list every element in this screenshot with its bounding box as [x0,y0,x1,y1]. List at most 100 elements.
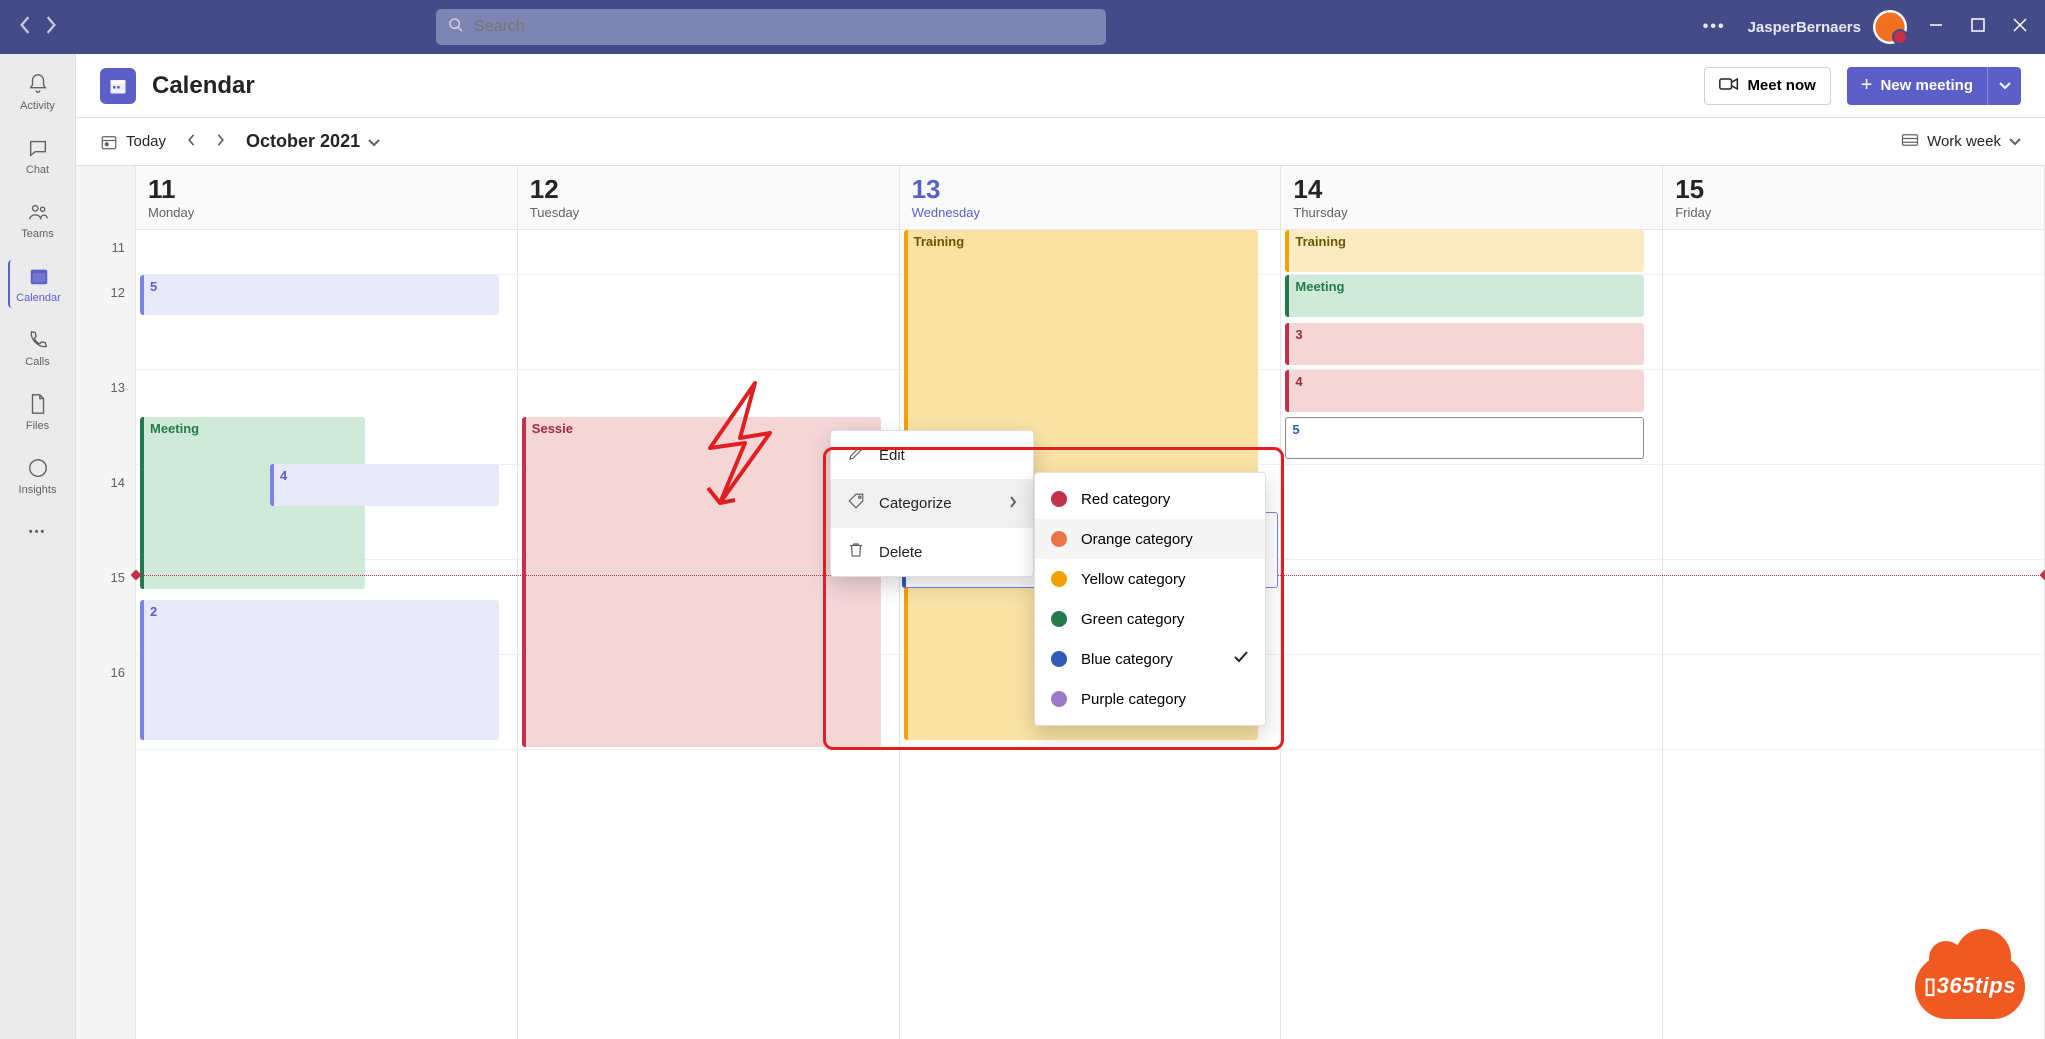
trash-icon [847,541,865,563]
avatar[interactable] [1873,10,1907,44]
chevron-down-icon [1999,77,2011,94]
page-header: Calendar Meet now + New meeting [76,54,2045,118]
chat-icon [26,136,50,160]
pencil-icon [847,444,865,466]
time-label: 12 [76,275,135,370]
color-dot-icon [1051,531,1067,547]
event-thu-meeting[interactable]: Meeting [1285,275,1644,317]
cat-yellow[interactable]: Yellow category [1035,559,1265,599]
more-icon[interactable]: ••• [1703,18,1726,36]
day-header: 12 Tuesday [518,166,899,230]
check-icon [1233,650,1249,668]
rail-calls[interactable]: Calls [8,324,68,372]
event-thu-4[interactable]: 4 [1285,370,1644,412]
chevron-down-icon [368,131,380,152]
color-dot-icon [1051,651,1067,667]
color-dot-icon [1051,491,1067,507]
close-icon[interactable] [2013,18,2027,37]
time-label: 13 [76,370,135,465]
bell-icon [26,72,50,96]
day-header: 13 Wednesday [900,166,1281,230]
rail-insights[interactable]: Insights [8,452,68,500]
meet-now-button[interactable]: Meet now [1704,67,1830,105]
app-rail: Activity Chat Teams Calendar Calls Files… [0,54,76,1039]
event-mon-2[interactable]: 2 [140,600,499,740]
month-picker[interactable]: October 2021 [246,131,380,152]
new-meeting-button[interactable]: + New meeting [1847,67,1987,105]
cat-red[interactable]: Red category [1035,479,1265,519]
event-thu-training[interactable]: Training [1285,230,1644,272]
color-dot-icon [1051,611,1067,627]
calendar-icon [27,264,51,288]
rail-activity[interactable]: Activity [8,68,68,116]
file-icon [26,392,50,416]
minimize-icon[interactable] [1929,18,1943,37]
cat-blue[interactable]: Blue category [1035,639,1265,679]
content-area: Calendar Meet now + New meeting Today [76,54,2045,1039]
ctx-edit[interactable]: Edit [831,431,1033,479]
window-controls [1929,18,2027,37]
nav-back-forward [0,16,76,39]
day-header: 15 Friday [1663,166,2044,230]
time-gutter: 11 12 13 14 15 16 [76,166,136,1039]
back-icon[interactable] [19,16,31,39]
next-week-button[interactable] [216,133,226,151]
event-mon-4[interactable]: 4 [270,464,499,506]
calendar-toolbar: Today October 2021 Work week [76,118,2045,166]
event-thu-5[interactable]: 5 [1285,417,1644,459]
search-icon [448,17,464,38]
new-meeting-dropdown[interactable] [1987,67,2021,105]
time-label: 16 [76,655,135,750]
calendar-app-icon [100,68,136,104]
time-label: 14 [76,465,135,560]
phone-icon [26,328,50,352]
cat-purple[interactable]: Purple category [1035,679,1265,719]
page-title: Calendar [152,72,255,100]
day-col-mon[interactable]: 11 Monday 5 Meeting 4 2 [136,166,518,1039]
search-box[interactable] [436,9,1106,45]
ctx-delete[interactable]: Delete [831,528,1033,576]
time-label: 11 [76,230,135,275]
chevron-right-icon [1009,495,1017,512]
titlebar: ••• JasperBernaers [0,0,2045,54]
more-icon: ••• [29,526,47,538]
color-dot-icon [1051,691,1067,707]
username-label: JasperBernaers [1748,19,1861,36]
watermark-365tips: ▯365tips [1915,955,2025,1019]
cat-green[interactable]: Green category [1035,599,1265,639]
cat-orange[interactable]: Orange category [1035,519,1265,559]
teams-icon [26,200,50,224]
plus-icon: + [1861,74,1873,97]
chevron-down-icon [2009,133,2021,150]
day-col-thu[interactable]: 14 Thursday Training Meeting 3 4 5 [1281,166,1663,1039]
video-icon [1719,76,1739,96]
insights-icon [26,456,50,480]
day-header: 11 Monday [136,166,517,230]
day-col-fri[interactable]: 15 Friday [1663,166,2045,1039]
event-mon-5[interactable]: 5 [140,275,499,315]
categorize-submenu: Red category Orange category Yellow cate… [1034,472,1266,726]
today-icon[interactable]: Today [100,133,166,151]
ctx-categorize[interactable]: Categorize [831,479,1033,527]
rail-chat[interactable]: Chat [8,132,68,180]
event-thu-3[interactable]: 3 [1285,323,1644,365]
view-switch[interactable]: Work week [1901,133,2021,151]
rail-more[interactable]: ••• [8,522,68,542]
list-icon [1901,133,1919,151]
event-tue-sessie[interactable]: Sessie [522,417,881,747]
day-col-tue[interactable]: 12 Tuesday Sessie [518,166,900,1039]
prev-week-button[interactable] [186,133,196,151]
maximize-icon[interactable] [1971,18,1985,37]
day-header: 14 Thursday [1281,166,1662,230]
color-dot-icon [1051,571,1067,587]
rail-files[interactable]: Files [8,388,68,436]
search-input[interactable] [474,18,1094,36]
forward-icon[interactable] [45,16,57,39]
day-columns: 11 Monday 5 Meeting 4 2 12 Tues [136,166,2045,1039]
context-menu: Edit Categorize Delete [830,430,1034,577]
tag-icon [847,492,865,514]
time-label: 15 [76,560,135,655]
user-area[interactable]: JasperBernaers [1748,10,1907,44]
rail-teams[interactable]: Teams [8,196,68,244]
rail-calendar[interactable]: Calendar [8,260,68,308]
